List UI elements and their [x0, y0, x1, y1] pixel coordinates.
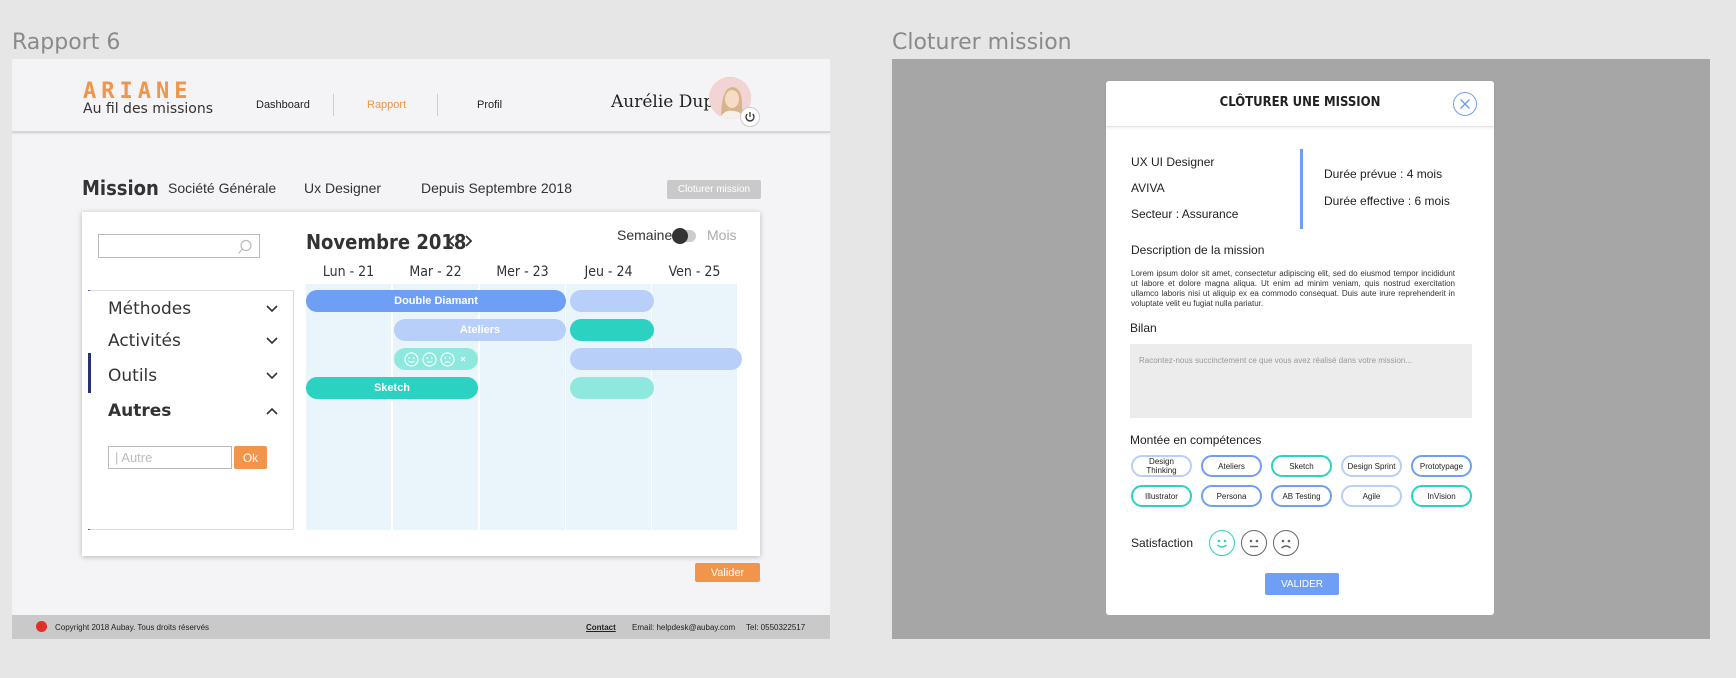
actual-value: 6 mois	[1414, 194, 1450, 208]
modal-role: UX UI Designer	[1131, 155, 1215, 169]
aubay-logo	[36, 621, 47, 632]
footer-contact-link[interactable]: Contact	[586, 623, 616, 632]
cloturer-overlay: CLÔTURER UNE MISSION UX UI Designer AVIV…	[892, 59, 1710, 639]
skill-chip[interactable]: Prototypage	[1411, 455, 1472, 477]
sad-face-icon[interactable]	[440, 351, 455, 367]
skill-chip[interactable]: Agile	[1341, 485, 1402, 507]
skills-title: Montée en compétences	[1130, 433, 1262, 447]
sector-label: Secteur :	[1131, 207, 1182, 221]
chevron-down-icon[interactable]	[266, 372, 278, 380]
accordion-item-outils[interactable]: Outils	[108, 366, 157, 386]
footer-email: Email: helpdesk@aubay.com	[632, 623, 736, 632]
nav-divider	[333, 94, 334, 116]
ok-button[interactable]: Ok	[234, 446, 267, 469]
report-card: Méthodes Activités Outils Autres | Autre…	[82, 212, 760, 556]
planned-duration: Durée prévue : 4 mois	[1324, 167, 1442, 181]
bilan-textarea[interactable]: Racontez-nous succinctement ce que vous …	[1130, 344, 1472, 418]
accordion-item-autres[interactable]: Autres	[108, 401, 171, 421]
nav-rapport[interactable]: Rapport	[367, 99, 406, 111]
rapport-screen: ARIANE Au fil des missions Dashboard Rap…	[12, 59, 830, 639]
skill-chip[interactable]: Persona	[1201, 485, 1262, 507]
description-title: Description de la mission	[1131, 243, 1265, 257]
top-navbar: ARIANE Au fil des missions Dashboard Rap…	[12, 59, 830, 133]
nav-profil[interactable]: Profil	[477, 99, 502, 111]
day-header: Mar - 22	[409, 264, 462, 280]
accordion-item-methodes[interactable]: Méthodes	[108, 299, 191, 319]
chevron-right-icon[interactable]	[465, 235, 473, 247]
close-icon[interactable]	[1453, 92, 1477, 116]
satisfaction-title: Satisfaction	[1131, 536, 1194, 550]
event-block[interactable]	[570, 348, 742, 370]
close-icon[interactable]	[458, 354, 468, 364]
chevron-down-icon[interactable]	[266, 305, 278, 313]
week-month-toggle[interactable]	[672, 228, 696, 244]
skill-chip[interactable]: Illustrator	[1131, 485, 1192, 507]
neutral-face-icon[interactable]	[422, 351, 437, 367]
day-header: Lun - 21	[322, 264, 375, 280]
valider-button[interactable]: Valider	[695, 563, 760, 582]
logo-subtitle: Au fil des missions	[83, 101, 214, 117]
footer-tel: Tel: 0550322517	[746, 623, 806, 632]
chevron-left-icon[interactable]	[447, 235, 455, 247]
mission-heading: Mission	[82, 176, 159, 200]
actual-label: Durée effective :	[1324, 194, 1415, 208]
day-column[interactable]	[306, 284, 391, 530]
power-icon[interactable]	[740, 107, 760, 127]
info-divider	[1300, 149, 1303, 229]
cloturer-mission-button[interactable]: Cloturer mission	[667, 180, 761, 199]
sad-face-icon[interactable]	[1273, 530, 1299, 556]
modal-header: CLÔTURER UNE MISSION	[1106, 81, 1494, 127]
description-text: Lorem ipsum dolor sit amet, consectetur …	[1131, 269, 1455, 308]
day-header: Ven - 25	[668, 264, 721, 280]
event-ateliers[interactable]: Ateliers	[394, 319, 566, 341]
bilan-title: Bilan	[1130, 321, 1157, 335]
accordion-item-activites[interactable]: Activités	[108, 331, 181, 351]
footer: Copyright 2018 Aubay. Tous droits réserv…	[12, 615, 830, 639]
actual-duration: Durée effective : 6 mois	[1324, 194, 1450, 208]
cloturer-modal: CLÔTURER UNE MISSION UX UI Designer AVIV…	[1106, 81, 1494, 615]
day-header: Mer - 23	[496, 264, 549, 280]
day-column[interactable]	[652, 284, 737, 530]
calendar-month: Novembre 2018	[306, 230, 467, 254]
chevron-down-icon[interactable]	[266, 337, 278, 345]
happy-face-icon[interactable]	[404, 351, 419, 367]
event-block[interactable]	[570, 319, 654, 341]
toggle-semaine[interactable]: Semaine	[617, 227, 672, 243]
search-icon	[238, 239, 252, 254]
nav-dashboard[interactable]: Dashboard	[256, 99, 310, 111]
skill-chip[interactable]: InVision	[1411, 485, 1472, 507]
neutral-face-icon[interactable]	[1241, 530, 1267, 556]
planned-value: 4 mois	[1406, 167, 1443, 181]
skill-chip[interactable]: AB Testing	[1271, 485, 1332, 507]
valider-modal-button[interactable]: VALIDER	[1265, 573, 1339, 595]
nav-divider	[437, 94, 438, 116]
frame-label-cloturer: Cloturer mission	[892, 30, 1072, 55]
mission-role: Ux Designer	[304, 180, 382, 196]
autre-input[interactable]: | Autre	[108, 446, 232, 469]
event-double-diamant[interactable]: Double Diamant	[306, 290, 566, 312]
sector-value: Assurance	[1181, 207, 1239, 221]
toggle-mois[interactable]: Mois	[707, 227, 737, 243]
event-block[interactable]	[570, 377, 654, 399]
skill-chip[interactable]: Sketch	[1271, 455, 1332, 477]
modal-sector: Secteur : Assurance	[1131, 207, 1238, 221]
modal-title: CLÔTURER UNE MISSION	[1219, 95, 1381, 110]
footer-copyright: Copyright 2018 Aubay. Tous droits réserv…	[55, 623, 210, 632]
search-input[interactable]	[98, 234, 260, 258]
event-sketch[interactable]: Sketch	[306, 377, 478, 399]
skill-chip[interactable]: Design Sprint	[1341, 455, 1402, 477]
mission-since: Depuis Septembre 2018	[421, 180, 572, 196]
skill-chip[interactable]: Design Thinking	[1131, 455, 1192, 477]
planned-label: Durée prévue :	[1324, 167, 1407, 181]
frame-label-rapport: Rapport 6	[12, 30, 121, 55]
chevron-up-icon[interactable]	[266, 407, 278, 415]
category-accordion: Méthodes Activités Outils Autres | Autre…	[88, 290, 294, 530]
day-header: Jeu - 24	[584, 264, 633, 280]
event-satisfaction-picker[interactable]	[394, 348, 478, 370]
event-block[interactable]	[570, 290, 654, 312]
skill-chip[interactable]: Ateliers	[1201, 455, 1262, 477]
happy-face-icon[interactable]	[1209, 530, 1235, 556]
mission-company: Société Générale	[168, 180, 277, 196]
modal-client: AVIVA	[1131, 181, 1165, 195]
